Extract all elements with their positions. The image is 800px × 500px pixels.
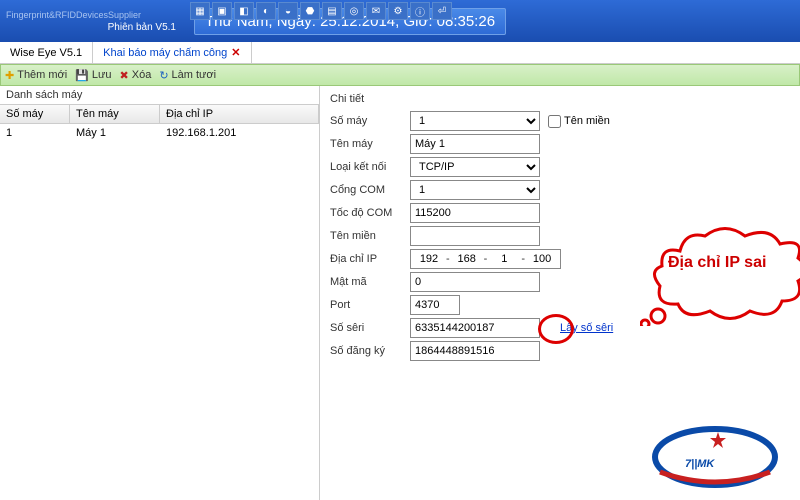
tool-icon-11[interactable]: ⓘ <box>410 2 430 20</box>
tool-icon-12[interactable]: ⏎ <box>432 2 452 20</box>
tab-home[interactable]: Wise Eye V5.1 <box>0 42 93 63</box>
row-matma: Mật mã <box>330 272 790 292</box>
col-somay[interactable]: Số máy <box>0 105 70 123</box>
lbl-tenmien: Tên miền <box>330 230 410 242</box>
row-tenmay: Tên máy <box>330 134 790 154</box>
tab-config[interactable]: Khai báo máy chấm công ✕ <box>93 42 251 63</box>
lbl-ip: Địa chỉ IP <box>330 253 410 265</box>
list-row[interactable]: 1 Máy 1 192.168.1.201 <box>0 124 319 142</box>
row-loaiketnoi: Loại kết nối TCP/IP <box>330 157 790 177</box>
tool-icon-9[interactable]: ✉ <box>366 2 386 20</box>
tool-icon-8[interactable]: ◎ <box>344 2 364 20</box>
supplier-text: Fingerprint&RFIDDevicesSupplier <box>6 10 184 20</box>
lbl-congcom: Cổng COM <box>330 184 410 196</box>
tab-home-label: Wise Eye V5.1 <box>10 47 82 59</box>
ip-oct-2[interactable] <box>452 251 482 267</box>
cell-tenmay: Máy 1 <box>70 124 160 142</box>
input-soseri[interactable] <box>410 318 540 338</box>
list-title: Danh sách máy <box>0 86 319 104</box>
link-getseri[interactable]: Lấy số sêri <box>560 322 613 334</box>
lbl-sodangky: Số đăng ký <box>330 345 410 357</box>
tool-icon-2[interactable]: ▣ <box>212 2 232 20</box>
row-soseri: Số sêri Lấy số sêri <box>330 318 790 338</box>
ip-group: - - - <box>410 249 561 269</box>
select-somay[interactable]: 1 <box>410 111 540 131</box>
device-list-panel: Danh sách máy Số máy Tên máy Địa chỉ IP … <box>0 86 320 500</box>
save-label: Lưu <box>92 69 112 81</box>
delete-label: Xóa <box>132 69 152 81</box>
input-tenmien[interactable] <box>410 226 540 246</box>
tab-close-icon[interactable]: ✕ <box>231 46 240 59</box>
input-matma[interactable] <box>410 272 540 292</box>
tool-icon-4[interactable]: ◐ <box>256 2 276 20</box>
add-label: Thêm mới <box>17 69 67 81</box>
row-sodangky: Số đăng ký <box>330 341 790 361</box>
input-port[interactable] <box>410 295 460 315</box>
col-tenmay[interactable]: Tên máy <box>70 105 160 123</box>
save-button[interactable]: 💾Lưu <box>75 69 111 82</box>
tool-icon-10[interactable]: ⚙ <box>388 2 408 20</box>
ip-oct-3[interactable] <box>489 251 519 267</box>
refresh-label: Làm tươi <box>172 69 217 81</box>
app-header: Fingerprint&RFIDDevicesSupplier Phiên bả… <box>0 0 800 42</box>
delete-button[interactable]: ✖Xóa <box>120 69 152 82</box>
row-tenmien: Tên miền <box>330 226 790 246</box>
cell-ip: 192.168.1.201 <box>160 124 319 142</box>
tool-icon-6[interactable]: ⬣ <box>300 2 320 20</box>
lbl-somay: Số máy <box>330 115 410 127</box>
brand-logo: 7||MK <box>650 422 780 492</box>
tab-config-label: Khai báo máy chấm công <box>103 47 227 59</box>
lbl-matma: Mật mã <box>330 276 410 288</box>
lbl-loaiketnoi: Loại kết nối <box>330 161 410 173</box>
refresh-icon: ↻ <box>159 69 168 82</box>
cell-somay: 1 <box>0 124 70 142</box>
col-ip[interactable]: Địa chỉ IP <box>160 105 319 123</box>
action-bar: ✚Thêm mới 💾Lưu ✖Xóa ↻ Làm tươi <box>0 64 800 86</box>
row-port: Port <box>330 295 790 315</box>
refresh-button[interactable]: ↻ Làm tươi <box>159 69 216 82</box>
lbl-tenmay: Tên máy <box>330 138 410 150</box>
input-tocdocom[interactable] <box>410 203 540 223</box>
chk-tenmien-input[interactable] <box>548 115 561 128</box>
svg-text:7||MK: 7||MK <box>685 458 715 470</box>
tab-bar: Wise Eye V5.1 Khai báo máy chấm công ✕ <box>0 42 800 64</box>
tool-icon-7[interactable]: ▤ <box>322 2 342 20</box>
ip-oct-4[interactable] <box>527 251 557 267</box>
add-button[interactable]: ✚Thêm mới <box>5 69 67 82</box>
select-congcom[interactable]: 1 <box>410 180 540 200</box>
tool-icon-3[interactable]: ◧ <box>234 2 254 20</box>
toolbar-icons: ▦ ▣ ◧ ◐ ◒ ⬣ ▤ ◎ ✉ ⚙ ⓘ ⏎ <box>190 2 452 20</box>
row-tocdocom: Tốc độ COM <box>330 203 790 223</box>
row-ip: Địa chỉ IP - - - <box>330 249 790 269</box>
lbl-tocdocom: Tốc độ COM <box>330 207 410 219</box>
lbl-port: Port <box>330 299 410 311</box>
list-header: Số máy Tên máy Địa chỉ IP <box>0 104 319 124</box>
ip-oct-1[interactable] <box>414 251 444 267</box>
save-icon: 💾 <box>75 69 89 82</box>
add-icon: ✚ <box>5 69 14 82</box>
row-somay: Số máy 1 Tên miền <box>330 111 790 131</box>
delete-icon: ✖ <box>120 69 129 82</box>
chk-tenmien[interactable]: Tên miền <box>548 115 610 128</box>
tool-icon-5[interactable]: ◒ <box>278 2 298 20</box>
header-left: Fingerprint&RFIDDevicesSupplier Phiên bả… <box>6 10 184 33</box>
detail-title: Chi tiết <box>330 90 790 108</box>
lbl-soseri: Số sêri <box>330 322 410 334</box>
input-tenmay[interactable] <box>410 134 540 154</box>
chk-tenmien-label: Tên miền <box>564 115 610 127</box>
tool-icon-1[interactable]: ▦ <box>190 2 210 20</box>
input-sodangky[interactable] <box>410 341 540 361</box>
version-text: Phiên bản V5.1 <box>6 22 184 33</box>
select-loaiketnoi[interactable]: TCP/IP <box>410 157 540 177</box>
row-congcom: Cổng COM 1 <box>330 180 790 200</box>
